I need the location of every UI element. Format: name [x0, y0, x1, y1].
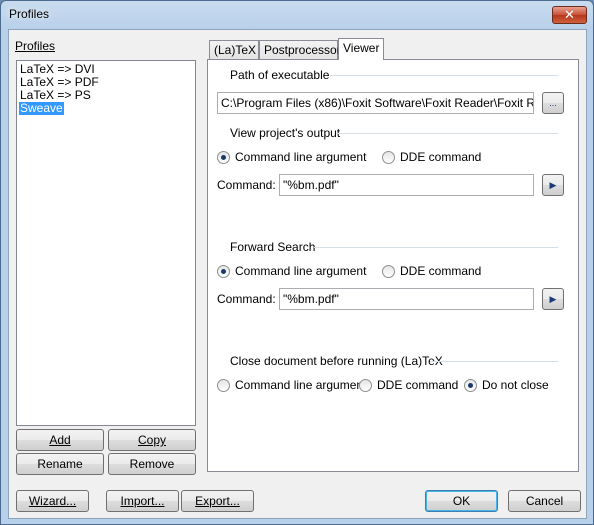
forward-command-line-radio[interactable]: [217, 265, 230, 278]
forward-group-label: Forward Search: [230, 240, 316, 254]
forward-dde-radio[interactable]: [382, 265, 395, 278]
dialog-client-area: Profiles LaTeX => DVI LaTeX => PDF LaTeX…: [8, 29, 587, 519]
wizard-button[interactable]: Wizard...: [16, 490, 89, 512]
close-icon: ✕: [564, 7, 575, 22]
output-command-label: Command:: [217, 178, 276, 192]
import-button[interactable]: Import...: [106, 490, 179, 512]
tab-latex[interactable]: (La)TeX: [209, 40, 259, 59]
output-command-line-radio[interactable]: [217, 151, 230, 164]
close-dde-radio[interactable]: [359, 379, 372, 392]
profiles-dialog: Profiles ✕ Profiles LaTeX => DVI LaTeX =…: [0, 0, 594, 525]
path-group-label: Path of executable: [230, 68, 330, 82]
browse-button[interactable]: ...: [542, 92, 564, 114]
add-button[interactable]: Add: [16, 429, 104, 451]
rename-button[interactable]: Rename: [16, 453, 104, 475]
tab-postprocessor[interactable]: Postprocessor: [259, 40, 341, 59]
forward-command-line-label[interactable]: Command line argument: [235, 264, 366, 278]
close-button[interactable]: ✕: [552, 6, 587, 24]
ellipsis-icon: ...: [549, 98, 557, 108]
close-command-line-label[interactable]: Command line argument: [235, 378, 366, 392]
export-button[interactable]: Export...: [181, 490, 254, 512]
close-dde-label[interactable]: DDE command: [377, 378, 458, 392]
cancel-button[interactable]: Cancel: [508, 490, 581, 512]
output-dde-radio[interactable]: [382, 151, 395, 164]
profile-item-sweave[interactable]: Sweave: [19, 102, 64, 115]
output-group-label: View project's output: [230, 126, 341, 140]
profiles-list[interactable]: LaTeX => DVI LaTeX => PDF LaTeX => PS Sw…: [16, 60, 196, 426]
executable-path-input[interactable]: C:\Program Files (x86)\Foxit Software\Fo…: [217, 92, 534, 114]
remove-button[interactable]: Remove: [108, 453, 196, 475]
profiles-label: Profiles: [15, 39, 56, 53]
close-do-not-close-radio[interactable]: [464, 379, 477, 392]
title-bar[interactable]: Profiles ✕: [1, 1, 593, 29]
close-command-line-radio[interactable]: [217, 379, 230, 392]
close-do-not-close-label[interactable]: Do not close: [482, 378, 549, 392]
viewer-panel: Path of executable C:\Program Files (x86…: [207, 59, 579, 472]
tab-viewer[interactable]: Viewer: [338, 38, 384, 60]
output-command-line-label[interactable]: Command line argument: [235, 150, 366, 164]
ok-button[interactable]: OK: [425, 490, 498, 512]
window-title: Profiles: [9, 7, 50, 21]
output-dde-label[interactable]: DDE command: [400, 150, 481, 164]
copy-button[interactable]: Copy: [108, 429, 196, 451]
forward-dde-label[interactable]: DDE command: [400, 264, 481, 278]
forward-placeholder-menu-button[interactable]: ▶: [542, 288, 564, 310]
forward-group-line: [314, 247, 558, 248]
output-group-line: [336, 133, 558, 134]
forward-command-label: Command:: [217, 292, 276, 306]
close-group-line: [430, 361, 558, 362]
arrow-right-icon: ▶: [549, 294, 557, 304]
forward-command-input[interactable]: "%bm.pdf": [279, 288, 534, 310]
output-command-input[interactable]: "%bm.pdf": [279, 174, 534, 196]
output-placeholder-menu-button[interactable]: ▶: [542, 174, 564, 196]
arrow-right-icon: ▶: [549, 180, 557, 190]
close-group-label: Close document before running (La)TeX: [230, 354, 443, 368]
path-group-line: [330, 75, 558, 76]
